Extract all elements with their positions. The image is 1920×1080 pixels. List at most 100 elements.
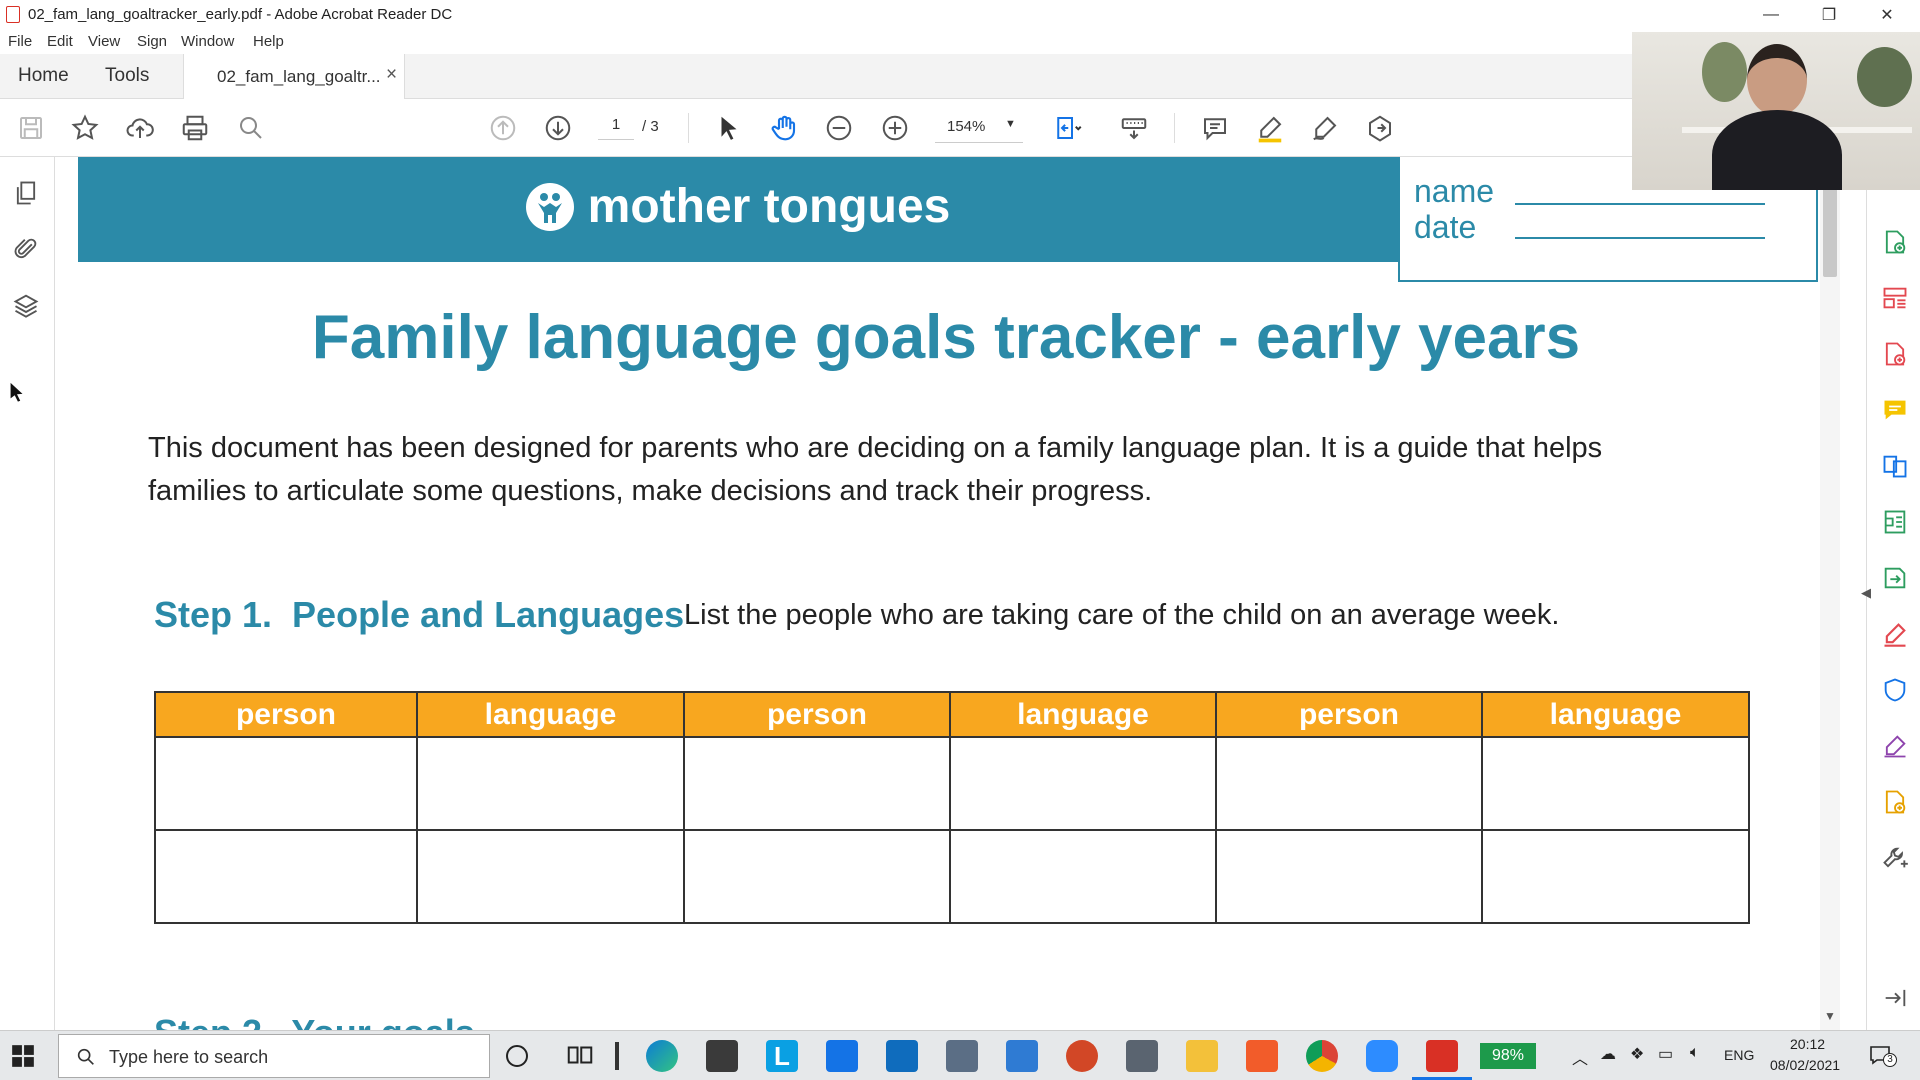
menu-view[interactable]: View [88, 33, 120, 50]
tray-network-icon[interactable]: ☁ [1600, 1044, 1616, 1064]
tab-home[interactable]: Home [18, 65, 69, 87]
menu-help[interactable]: Help [253, 33, 284, 50]
bookmark-star-button[interactable] [68, 111, 102, 145]
restore-button[interactable]: ❐ [1806, 0, 1852, 30]
menu-edit[interactable]: Edit [47, 33, 73, 50]
tab-tools[interactable]: Tools [105, 65, 149, 87]
app-l-icon[interactable]: L [766, 1040, 798, 1072]
powerpoint-icon[interactable] [1066, 1040, 1098, 1072]
file-explorer-icon[interactable] [1186, 1040, 1218, 1072]
name-line[interactable] [1515, 203, 1765, 205]
fill-sign-button[interactable] [1308, 111, 1342, 145]
send-for-review-button[interactable] [1880, 563, 1910, 593]
tray-chevron-up-icon[interactable]: ︿ [1572, 1045, 1588, 1069]
close-window-button[interactable]: ✕ [1864, 0, 1910, 30]
menu-sign[interactable]: Sign [137, 33, 167, 50]
more-tools-button[interactable] [1880, 843, 1910, 873]
fill-and-sign-button[interactable] [1880, 619, 1910, 649]
print-button[interactable] [178, 111, 212, 145]
notification-center-icon[interactable]: 3 [1868, 1043, 1897, 1067]
protect-button[interactable] [1880, 675, 1910, 705]
zoom-in-button[interactable] [878, 111, 912, 145]
zoom-level-select[interactable]: 154% ▼ [935, 113, 1023, 143]
tab-document[interactable]: 02_fam_lang_goaltr... × [183, 54, 405, 99]
table-cell[interactable] [154, 736, 418, 831]
printer-icon [182, 115, 208, 141]
start-button[interactable] [10, 1043, 36, 1069]
name-label: name [1414, 173, 1495, 209]
scrollbar-thumb[interactable] [1823, 187, 1837, 277]
page-thumbnails-button[interactable] [12, 179, 42, 209]
export-pdf-button[interactable] [1880, 227, 1910, 257]
save-button[interactable] [14, 111, 48, 145]
menu-window[interactable]: Window [181, 33, 234, 50]
vertical-scrollbar[interactable]: ▼ [1820, 157, 1840, 1030]
comment-tool-button[interactable] [1880, 395, 1910, 425]
scan-ocr-button[interactable] [1880, 787, 1910, 817]
page-number-input[interactable]: 1 [598, 116, 634, 140]
table-header-cell: person [683, 691, 951, 738]
table-cell[interactable] [1215, 736, 1483, 831]
layers-button[interactable] [12, 291, 42, 321]
outlook-icon[interactable] [886, 1040, 918, 1072]
edge-browser-icon[interactable] [646, 1040, 678, 1072]
microsoft-store-icon[interactable] [706, 1040, 738, 1072]
scroll-down-icon[interactable]: ▼ [1824, 1009, 1836, 1023]
table-cell[interactable] [416, 736, 685, 831]
table-cell[interactable] [949, 736, 1217, 831]
tray-volume-icon[interactable]: 🔈︎ [1690, 1044, 1700, 1062]
camera-icon[interactable] [1126, 1040, 1158, 1072]
language-indicator[interactable]: ENG [1724, 1047, 1754, 1063]
date-line[interactable] [1515, 237, 1765, 239]
comment-button[interactable] [1198, 111, 1232, 145]
table-cell[interactable] [683, 829, 951, 924]
table-cell[interactable] [949, 829, 1217, 924]
chrome-icon[interactable] [1306, 1040, 1338, 1072]
request-signatures-button[interactable] [1880, 731, 1910, 761]
table-cell[interactable] [1481, 736, 1750, 831]
fit-page-button[interactable] [1050, 111, 1084, 145]
scroll-mode-button[interactable] [1117, 111, 1151, 145]
organize-pages-button[interactable] [1880, 283, 1910, 313]
task-view-icon[interactable] [565, 1040, 597, 1072]
acrobat-taskbar-icon[interactable] [1426, 1040, 1458, 1072]
collapse-right-panel-icon[interactable]: ◀ [1861, 585, 1871, 601]
taskbar-search-box[interactable]: Type here to search [58, 1034, 490, 1078]
minimize-button[interactable]: — [1748, 0, 1794, 30]
upload-button[interactable] [123, 111, 157, 145]
search-document-button[interactable] [234, 111, 268, 145]
sketch-app-icon[interactable] [1246, 1040, 1278, 1072]
hand-tool-button[interactable] [767, 111, 801, 145]
tray-battery-icon[interactable]: ▭ [1658, 1044, 1673, 1064]
clock-time[interactable]: 20:12 [1790, 1036, 1825, 1052]
tab-close-button[interactable]: × [386, 64, 397, 86]
document-viewport[interactable]: mother tongues name date Family language… [56, 157, 1856, 1030]
previous-page-button[interactable] [486, 111, 520, 145]
next-page-button[interactable] [541, 111, 575, 145]
table-cell[interactable] [683, 736, 951, 831]
table-cell[interactable] [1481, 829, 1750, 924]
table-cell[interactable] [1215, 829, 1483, 924]
highlight-button[interactable] [1253, 111, 1287, 145]
create-pdf-button[interactable] [1880, 339, 1910, 369]
tray-dropbox-icon[interactable]: ❖ [1630, 1044, 1644, 1064]
table-cell[interactable] [416, 829, 685, 924]
calculator-icon[interactable] [946, 1040, 978, 1072]
organize-pages-icon [1883, 287, 1907, 309]
mail-icon[interactable] [826, 1040, 858, 1072]
share-tool-button[interactable] [1363, 111, 1397, 145]
select-tool-button[interactable] [712, 111, 746, 145]
cortana-icon[interactable] [506, 1045, 528, 1067]
edit-pdf-button[interactable] [1880, 507, 1910, 537]
clock-date[interactable]: 08/02/2021 [1770, 1057, 1840, 1073]
battery-badge[interactable]: 98% [1480, 1043, 1536, 1069]
combine-files-button[interactable] [1880, 451, 1910, 481]
menu-file[interactable]: File [8, 33, 32, 50]
zoom-app-icon[interactable] [1366, 1040, 1398, 1072]
table-cell[interactable] [154, 829, 418, 924]
hand-icon [771, 115, 796, 141]
attachments-button[interactable] [12, 235, 42, 265]
sky-app-icon[interactable] [1006, 1040, 1038, 1072]
expand-panel-button[interactable] [1880, 983, 1910, 1013]
zoom-out-button[interactable] [822, 111, 856, 145]
